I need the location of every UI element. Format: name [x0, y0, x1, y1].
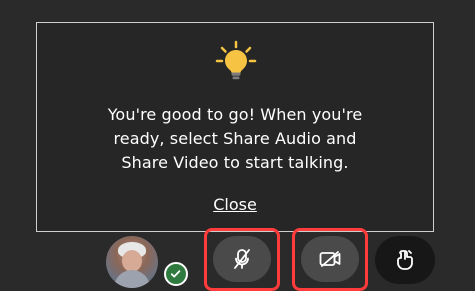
message-line-2: ready, select Share Audio and: [113, 129, 357, 148]
session-toolbar: [0, 228, 475, 291]
share-audio-button[interactable]: [213, 236, 271, 282]
share-video-button[interactable]: [301, 236, 359, 282]
lightbulb-icon: [215, 40, 257, 82]
microphone-off-icon: [234, 249, 250, 269]
avatar-body: [114, 270, 150, 288]
avatar-face: [122, 250, 142, 272]
onboarding-panel: You're good to go! When you're ready, se…: [36, 22, 434, 232]
onboarding-message: You're good to go! When you're ready, se…: [49, 103, 421, 175]
avatar: [106, 236, 158, 288]
status-badge: [164, 262, 188, 286]
camera-off-icon: [319, 251, 341, 267]
checkmark-icon: [170, 270, 181, 278]
share-screen-button[interactable]: [375, 236, 435, 284]
message-line-1: You're good to go! When you're: [107, 105, 363, 124]
message-line-3: Share Video to start talking.: [121, 153, 349, 172]
close-link-row: Close: [37, 195, 433, 215]
share-screen-icon: [397, 250, 413, 270]
close-link[interactable]: Close: [213, 195, 257, 214]
